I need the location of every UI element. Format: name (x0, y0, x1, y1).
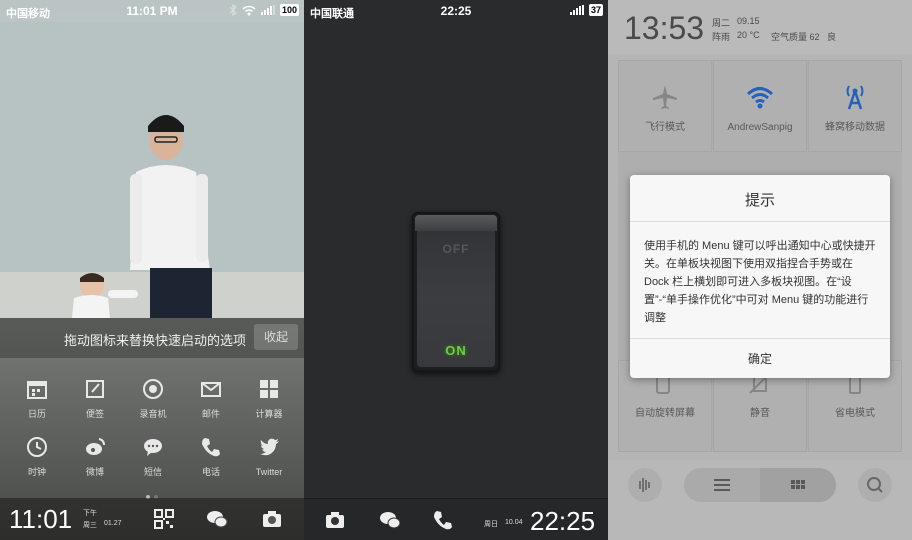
status-bar: 中国联通 22:25 37 (304, 0, 608, 22)
dock-time: 11:01 (9, 504, 73, 534)
dialog-message: 使用手机的 Menu 键可以呼出通知中心或快捷开关。在单板块视图下使用双指捏合手… (644, 240, 876, 324)
quick-item-twitter[interactable]: Twitter (240, 436, 298, 480)
quick-item-label: 电话 (201, 467, 220, 477)
quick-item-clock[interactable]: 时钟 (8, 436, 66, 480)
phone-icon[interactable] (432, 509, 454, 531)
status-bar: 中国移动 11:01 PM 100 (0, 0, 304, 22)
calendar-icon (27, 381, 47, 399)
message-icon (144, 439, 162, 456)
collapse-button[interactable]: 收起 (254, 324, 298, 350)
phone-icon (202, 438, 220, 457)
bluetooth-icon (229, 4, 237, 16)
tip-dialog: 提示 使用手机的 Menu 键可以呼出通知中心或快捷开关。在单板块视图下使用双指… (630, 175, 890, 378)
dock-weekday: 周日 (484, 521, 498, 528)
dialog-divider (630, 221, 890, 222)
quick-item-label: 微博 (85, 467, 104, 477)
quick-item-notes[interactable]: 便签 (66, 378, 124, 422)
mail-icon (201, 382, 221, 397)
quick-item-weibo[interactable]: 微博 (66, 436, 124, 480)
quick-item-label: 计算器 (255, 409, 283, 419)
quick-item-label: 时钟 (27, 467, 46, 477)
clock-icon (27, 437, 47, 457)
dock-date: 10.04 (505, 519, 523, 526)
quick-item-label: 录音机 (139, 409, 167, 419)
quick-item-label: 邮件 (201, 409, 220, 419)
hint-row: 拖动图标来替换快速启动的选项 收起 (0, 318, 304, 358)
quick-item-recorder[interactable]: 录音机 (124, 378, 182, 422)
quick-item-mail[interactable]: 邮件 (182, 378, 240, 422)
quick-item-label: 日历 (27, 409, 46, 419)
quick-item-calculator[interactable]: 计算器 (240, 378, 298, 422)
dock-weekday: 周三 (83, 522, 97, 529)
quick-item-calendar[interactable]: 日历 (8, 378, 66, 422)
signal-icon (260, 5, 275, 15)
dock-bar: 周日 10.04 22:25 (304, 498, 608, 540)
quick-item-phone[interactable]: 电话 (182, 436, 240, 480)
notes-icon (86, 380, 104, 398)
switch-cap (415, 215, 497, 231)
twitter-icon (260, 438, 279, 456)
weibo-icon (86, 438, 105, 455)
drag-hint-text: 拖动图标来替换快速启动的选项 (64, 333, 247, 348)
signal-icon (569, 5, 584, 15)
quick-item-label: 短信 (143, 467, 162, 477)
quick-item-label: Twitter (255, 467, 283, 477)
quick-launch-grid: 日历 便签 录音机 邮件 计算器 时钟 微博 短信 电话 Twitter (8, 378, 298, 480)
dock-ampm: 下午 (83, 510, 97, 517)
dock-time: 22:25 (530, 506, 596, 536)
qrcode-icon[interactable] (153, 508, 175, 530)
quick-item-label: 便签 (85, 409, 104, 419)
switch-on-label: ON (445, 343, 467, 358)
wifi-icon (242, 5, 256, 15)
dock-bar: 11:01 下午 周三 01.27 (0, 498, 304, 540)
confirm-button[interactable]: 确定 (630, 338, 890, 378)
battery-indicator: 100 (279, 4, 299, 16)
calculator-icon (260, 380, 278, 398)
camera-icon[interactable] (261, 508, 283, 530)
wallpaper-photo (0, 22, 304, 318)
battery-indicator: 37 (588, 4, 603, 16)
camera-icon[interactable] (324, 509, 346, 531)
notification-center-screen: 13:53 周二 09.15 阵雨 20 °C 空气质量 62 良 飞行模式 A… (608, 0, 912, 540)
dock-date: 01.27 (104, 520, 122, 527)
family-photo-illustration (0, 22, 304, 318)
toggle-switch[interactable]: OFF ON (412, 212, 500, 372)
quick-item-message[interactable]: 短信 (124, 436, 182, 480)
status-time: 22:25 (440, 4, 472, 18)
dialog-title: 提示 (744, 192, 775, 209)
quick-launch-screen: 中国移动 11:01 PM 100 拖动图标来替换快速启动的选项 收起 日历 便… (0, 0, 304, 540)
switch-off-label: OFF (442, 242, 470, 256)
flashlight-switch-screen: 中国联通 22:25 37 OFF ON 周日 10.04 22:25 (304, 0, 608, 540)
recorder-icon (143, 379, 163, 399)
wechat-icon[interactable] (206, 508, 228, 530)
wechat-icon[interactable] (379, 509, 401, 531)
